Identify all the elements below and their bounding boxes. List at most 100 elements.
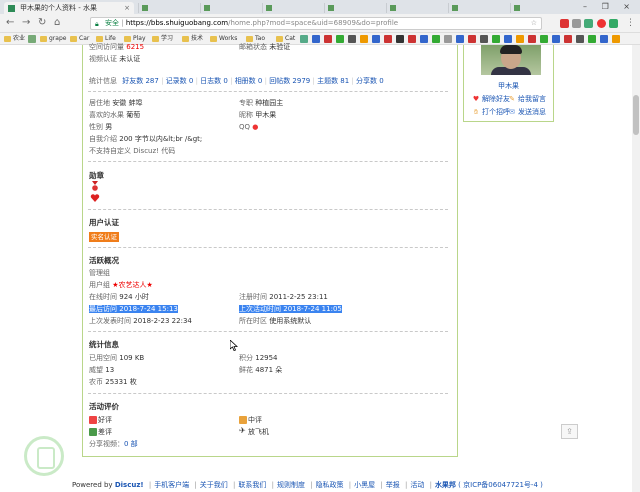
back-to-top-button[interactable]: ⇪ (561, 424, 578, 439)
bookmark-icon[interactable] (384, 35, 392, 43)
bookmark-icon[interactable] (420, 35, 428, 43)
bookmark-folder[interactable]: 技术 (182, 34, 203, 44)
medium-rating-label[interactable]: 中评 (248, 416, 262, 424)
background-tab[interactable] (448, 3, 508, 13)
send-message-button[interactable]: ✉ 发送消息 (508, 107, 546, 117)
medal-icon[interactable] (90, 181, 100, 191)
back-icon[interactable]: ← (6, 17, 14, 29)
bookmark-icon[interactable] (372, 35, 380, 43)
bookmark-icon[interactable] (528, 35, 536, 43)
good-rating-icon[interactable] (89, 416, 97, 424)
stat-friends-link[interactable]: 好友数 287 (122, 77, 159, 85)
bookmark-icon[interactable] (324, 35, 332, 43)
footer-link-blacklist[interactable]: 小黑屋 (354, 481, 375, 489)
bookmark-icon[interactable] (504, 35, 512, 43)
background-tab[interactable] (510, 3, 560, 13)
bookmark-icon[interactable] (312, 35, 320, 43)
stat-blogs-link[interactable]: 日志数 0 (200, 77, 228, 85)
stat-albums-link[interactable]: 相册数 0 (235, 77, 263, 85)
background-tab[interactable] (138, 3, 198, 13)
airplane-icon[interactable]: ✈ (239, 426, 246, 435)
bookmark-icon[interactable] (348, 35, 356, 43)
bookmark-folder[interactable]: grape (40, 34, 66, 44)
footer-icp[interactable]: ( 京ICP备06047721号-4 ) (458, 481, 543, 489)
bookmark-icon[interactable] (336, 35, 344, 43)
greet-button[interactable]: ✋︎ 打个招呼 (472, 107, 510, 117)
background-tab[interactable] (262, 3, 322, 13)
bookmark-icon[interactable] (408, 35, 416, 43)
avatar[interactable] (481, 45, 541, 75)
window-controls[interactable]: – ❐ × (583, 2, 636, 11)
bookmark-folder[interactable]: Works (210, 34, 237, 44)
bookmark-folder[interactable]: Car (70, 34, 89, 44)
extension-icon[interactable] (609, 19, 618, 28)
medium-rating-icon[interactable] (239, 416, 247, 424)
unfriend-button[interactable]: ♥ 解除好友 (472, 94, 510, 104)
bad-rating-label[interactable]: 差评 (98, 428, 112, 436)
bookmark-icon[interactable] (492, 35, 500, 43)
stat-threads-link[interactable]: 主题数 81 (317, 77, 349, 85)
forward-icon[interactable]: → (22, 17, 30, 29)
background-tab[interactable] (200, 3, 260, 13)
bookmark-icon[interactable] (516, 35, 524, 43)
sidebar-username[interactable]: 甲木果 (498, 81, 519, 91)
bad-rating-icon[interactable] (89, 428, 97, 436)
footer-link-privacy[interactable]: 隐私政策 (316, 481, 344, 489)
home-icon[interactable]: ⌂ (54, 17, 60, 29)
tab-close-icon[interactable]: × (124, 2, 130, 14)
share-videos-value[interactable]: 0 部 (124, 440, 138, 448)
background-tab[interactable] (324, 3, 384, 13)
discuz-link[interactable]: Discuz! (115, 481, 144, 489)
background-tab[interactable] (386, 3, 446, 13)
qq-penguin-icon[interactable]: ● (252, 123, 258, 131)
stat-replies-link[interactable]: 回帖数 2979 (269, 77, 310, 85)
bookmark-star-icon[interactable]: ☆ (531, 18, 537, 29)
active-tab[interactable]: 甲木果的个人资料 - 水果 × (4, 2, 134, 14)
bookmark-folder[interactable]: 农业 (4, 34, 25, 44)
bookmark-icon[interactable] (396, 35, 404, 43)
user-group-value[interactable]: ★农艺达人★ (112, 281, 153, 289)
footer-link-report[interactable]: 举报 (386, 481, 400, 489)
bookmark-icon[interactable] (552, 35, 560, 43)
extension-icon[interactable] (572, 19, 581, 28)
last-visit-value: 2018-7-24 15:13 (119, 305, 178, 313)
bookmark-icon[interactable] (600, 35, 608, 43)
url-input[interactable]: 🔒︎ 安全 | https://bbs.shuiguobang.com/home… (90, 17, 542, 30)
bookmark-icon[interactable] (612, 35, 620, 43)
reload-icon[interactable]: ↻ (38, 17, 46, 29)
footer-link-mobile[interactable]: 手机客户端 (154, 481, 189, 489)
scrollbar-thumb[interactable] (633, 95, 639, 135)
realname-auth-badge[interactable]: 实名认证 (89, 232, 119, 242)
bookmark-icon[interactable] (564, 35, 572, 43)
footer-link-about[interactable]: 关于我们 (200, 481, 228, 489)
extension-icon[interactable] (560, 19, 569, 28)
opera-icon[interactable] (597, 19, 606, 28)
stat-records-link[interactable]: 记录数 0 (166, 77, 194, 85)
extension-icon[interactable] (584, 19, 593, 28)
site-favicon-icon (8, 5, 15, 12)
bookmark-icon[interactable] (480, 35, 488, 43)
bookmark-icon[interactable] (432, 35, 440, 43)
footer-link-contact[interactable]: 联系我们 (238, 481, 266, 489)
points-label: 积分 (239, 354, 253, 362)
footer-link-activity[interactable]: 活动 (410, 481, 424, 489)
medal-icon[interactable] (90, 193, 100, 203)
scrollbar[interactable] (632, 45, 640, 492)
footer-link-rules[interactable]: 规则制度 (277, 481, 305, 489)
good-rating-label[interactable]: 好评 (98, 416, 112, 424)
menu-icon[interactable]: ⋮ (626, 17, 635, 29)
fly-rating-label[interactable]: 放飞机 (248, 428, 269, 436)
bookmark-folder[interactable]: 学习 (152, 34, 173, 44)
footer-site-name[interactable]: 水果邦 (435, 481, 456, 489)
bookmark-icon[interactable] (28, 35, 36, 43)
stat-shares-link[interactable]: 分享数 0 (356, 77, 384, 85)
bookmark-icon[interactable] (540, 35, 548, 43)
leave-message-button[interactable]: ✎ 给我留言 (508, 94, 546, 104)
bookmark-icon[interactable] (456, 35, 464, 43)
bookmark-icon[interactable] (360, 35, 368, 43)
bookmark-icon[interactable] (588, 35, 596, 43)
bookmark-icon[interactable] (576, 35, 584, 43)
bookmark-icon[interactable] (300, 35, 308, 43)
bookmark-icon[interactable] (444, 35, 452, 43)
bookmark-icon[interactable] (468, 35, 476, 43)
